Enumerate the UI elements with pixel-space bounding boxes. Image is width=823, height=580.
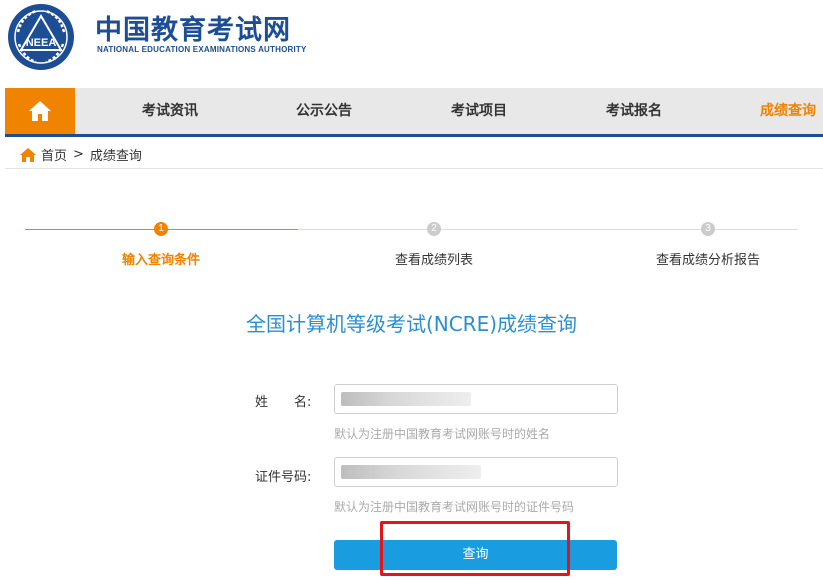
logo-text: NEEA — [26, 37, 57, 49]
main-nav: 考试资讯 公示公告 考试项目 考试报名 成绩查询 — [5, 88, 823, 137]
step-3-label: 查看成绩分析报告 — [655, 253, 761, 268]
query-button[interactable]: 查询 — [334, 540, 617, 570]
breadcrumb-home-link[interactable]: 首页 — [41, 145, 67, 164]
neea-logo[interactable]: NEEA — [6, 2, 76, 72]
divider — [5, 168, 823, 169]
nav-item-score-query[interactable]: 成绩查询 — [760, 88, 816, 134]
nav-home-button[interactable] — [5, 88, 75, 134]
step-track-line — [298, 229, 798, 230]
nav-item-exam-registration[interactable]: 考试报名 — [606, 88, 662, 134]
step-1-label: 输入查询条件 — [121, 253, 201, 268]
nav-item-announcements[interactable]: 公示公告 — [296, 88, 352, 134]
page-title: 全国计算机等级考试(NCRE)成绩查询 — [245, 312, 578, 336]
breadcrumb: 首页 > 成绩查询 — [20, 145, 142, 164]
id-number-hint: 默认为注册中国教育考试网账号时的证件号码 — [334, 500, 575, 514]
home-icon — [20, 147, 36, 162]
nav-item-exam-projects[interactable]: 考试项目 — [451, 88, 507, 134]
step-3-dot: 3 — [701, 222, 715, 236]
brand-title-en: NATIONAL EDUCATION EXAMINATIONS AUTHORIT… — [97, 45, 307, 54]
breadcrumb-separator: > — [73, 147, 84, 162]
name-hint: 默认为注册中国教育考试网账号时的姓名 — [334, 427, 551, 441]
id-number-value-redacted — [341, 465, 481, 479]
nav-item-exam-news[interactable]: 考试资讯 — [142, 88, 198, 134]
step-2-dot: 2 — [427, 222, 441, 236]
id-number-input[interactable] — [334, 457, 618, 487]
breadcrumb-current: 成绩查询 — [89, 149, 142, 164]
step-1-dot: 1 — [154, 222, 168, 236]
id-number-label: 证件号码: — [255, 470, 312, 485]
brand-title-cn[interactable]: 中国教育考试网 — [95, 8, 291, 47]
name-input[interactable] — [334, 384, 618, 414]
step-2-label: 查看成绩列表 — [394, 253, 474, 268]
name-label: 姓 名: — [255, 395, 312, 410]
home-icon — [29, 101, 51, 121]
name-value-redacted — [341, 392, 471, 406]
